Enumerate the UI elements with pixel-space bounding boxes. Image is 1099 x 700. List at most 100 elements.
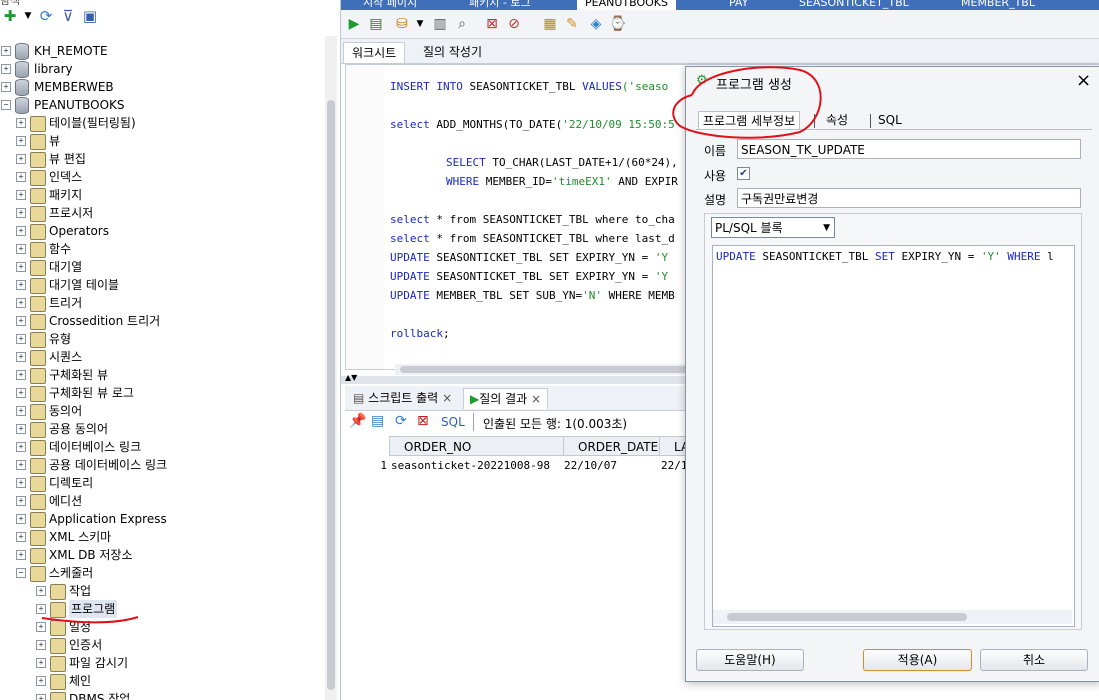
clear-icon[interactable]: ◈	[587, 15, 605, 33]
tab-start-page[interactable]: 시작 페이지	[355, 0, 425, 10]
tree-node[interactable]: + 작업	[0, 582, 320, 600]
expand-toggle-icon[interactable]: +	[16, 280, 26, 290]
expand-toggle-icon[interactable]: +	[16, 262, 26, 272]
dropdown-arrow-icon[interactable]: ▼	[18, 6, 38, 26]
enabled-checkbox[interactable]: ✔	[737, 167, 750, 180]
tree-node[interactable]: + 공용 데이터베이스 링크	[0, 456, 320, 474]
expand-toggle-icon[interactable]: +	[36, 640, 46, 650]
tree-node[interactable]: + 트리거	[0, 294, 320, 312]
tree-node[interactable]: + 대기열	[0, 258, 320, 276]
expand-toggle-icon[interactable]: +	[36, 676, 46, 686]
help-button[interactable]: 도움말(H)	[696, 649, 804, 671]
tree-node[interactable]: + 인덱스	[0, 168, 320, 186]
tree-node[interactable]: + 함수	[0, 240, 320, 258]
pin-icon[interactable]: 📌	[349, 413, 366, 429]
expand-toggle-icon[interactable]: +	[36, 658, 46, 668]
tab-seasonticket-tbl[interactable]: SEASONTICKET_TBL	[791, 0, 917, 10]
tree-node[interactable]: + 인증서	[0, 636, 320, 654]
expand-toggle-icon[interactable]: +	[16, 388, 26, 398]
tab-query-result[interactable]: ▶질의 결과 ×	[463, 388, 549, 409]
expand-toggle-icon[interactable]: +	[16, 172, 26, 182]
expand-toggle-icon[interactable]: +	[36, 604, 46, 614]
run-statement-icon[interactable]: ▶	[345, 15, 363, 33]
expand-toggle-icon[interactable]: +	[16, 154, 26, 164]
explain-plan-icon[interactable]: ▥	[431, 15, 449, 33]
description-field[interactable]: 구독권만료변경	[737, 188, 1081, 208]
cancel-query-icon[interactable]: ⊠	[417, 413, 429, 429]
table-cell[interactable]: seasonticket-20221008-98	[391, 457, 561, 475]
autotrace-icon[interactable]: ⌕	[453, 15, 471, 33]
tab-worksheet[interactable]: 워크시트	[343, 42, 406, 63]
expand-toggle-icon[interactable]: +	[16, 118, 26, 128]
tree-node[interactable]: + library	[0, 60, 320, 78]
tab-properties[interactable]: 속성	[822, 111, 852, 129]
expand-toggle-icon[interactable]: +	[1, 64, 11, 74]
expand-toggle-icon[interactable]: +	[36, 694, 46, 700]
column-header-order-date[interactable]: ORDER_DATE	[563, 436, 660, 456]
tab-pay[interactable]: PAY	[721, 0, 756, 10]
tree-node[interactable]: + 데이터베이스 링크	[0, 438, 320, 456]
expand-toggle-icon[interactable]: +	[16, 478, 26, 488]
tree-node[interactable]: + 대기열 테이블	[0, 276, 320, 294]
cancel-button[interactable]: 취소	[980, 649, 1088, 671]
tree-node[interactable]: + XML DB 저장소	[0, 546, 320, 564]
expand-toggle-icon[interactable]: +	[16, 406, 26, 416]
expand-toggle-icon[interactable]: +	[1, 82, 11, 92]
refresh-icon[interactable]: ⟳	[395, 413, 407, 429]
expand-toggle-icon[interactable]: +	[16, 424, 26, 434]
add-connection-icon[interactable]: ✚	[0, 6, 20, 26]
tree-node[interactable]: + 파일 감시기	[0, 654, 320, 672]
tree-node[interactable]: + 에디션	[0, 492, 320, 510]
run-script-icon[interactable]: ▤	[367, 15, 385, 33]
expand-toggle-icon[interactable]: +	[16, 442, 26, 452]
tab-program-details[interactable]: 프로그램 세부정보	[698, 111, 801, 130]
close-icon[interactable]: ×	[531, 392, 541, 406]
expand-toggle-icon[interactable]: +	[16, 208, 26, 218]
tab-peanutbooks[interactable]: PEANUTBOOKS	[577, 0, 676, 10]
tree-node[interactable]: + 뷰	[0, 132, 320, 150]
tree-node[interactable]: + 공용 동의어	[0, 420, 320, 438]
print-icon[interactable]: ▤	[371, 413, 384, 429]
collapse-toggle-icon[interactable]: −	[1, 100, 11, 110]
tree-node[interactable]: + DBMS 작업	[0, 690, 320, 700]
commit-dropdown-icon[interactable]: ▼	[411, 15, 429, 33]
tab-sql[interactable]: SQL	[874, 111, 906, 129]
commit-icon[interactable]: ⛁	[393, 15, 411, 33]
collapse-arrows-icon[interactable]: ▲▼	[345, 373, 357, 382]
expand-toggle-icon[interactable]: +	[16, 136, 26, 146]
tree-node[interactable]: + MEMBERWEB	[0, 78, 320, 96]
tree-node[interactable]: + 시퀀스	[0, 348, 320, 366]
tree-node[interactable]: + XML 스키마	[0, 528, 320, 546]
program-type-select[interactable]: PL/SQL 블록 ▼	[711, 217, 835, 238]
tree-node[interactable]: + Crossedition 트리거	[0, 312, 320, 330]
format-icon[interactable]: ✎	[563, 15, 581, 33]
tree-node[interactable]: + 일정	[0, 618, 320, 636]
name-field[interactable]: SEASON_TK_UPDATE	[737, 139, 1081, 159]
tree-node[interactable]: + 유형	[0, 330, 320, 348]
filter-icon[interactable]: ⊽	[58, 6, 78, 26]
tree-node[interactable]: + 프로그램	[0, 600, 320, 618]
expand-toggle-icon[interactable]: +	[16, 550, 26, 560]
tree-node[interactable]: + 디렉토리	[0, 474, 320, 492]
tree-node[interactable]: + 구체화된 뷰	[0, 366, 320, 384]
collapse-toggle-icon[interactable]: −	[16, 568, 26, 578]
expand-toggle-icon[interactable]: +	[16, 496, 26, 506]
tab-script-output[interactable]: ▤ 스크립트 출력 ×	[347, 388, 458, 408]
tree-node[interactable]: − PEANUTBOOKS	[0, 96, 320, 114]
navigator-scrollbar-thumb[interactable]	[327, 100, 335, 690]
tree-node[interactable]: + KH_REMOTE	[0, 42, 320, 60]
tab-package-log[interactable]: 패키지 - 로그	[461, 0, 539, 10]
column-header-order-no[interactable]: ORDER_NO	[389, 436, 564, 456]
expand-toggle-icon[interactable]: +	[16, 460, 26, 470]
expand-toggle-icon[interactable]: +	[16, 190, 26, 200]
close-icon[interactable]: ×	[442, 391, 452, 405]
cancel-icon[interactable]: ⊘	[505, 15, 523, 33]
tree-node[interactable]: + 체인	[0, 672, 320, 690]
history-icon[interactable]: ⌚	[609, 15, 627, 33]
expand-toggle-icon[interactable]: +	[16, 370, 26, 380]
tree-node[interactable]: + 프로시저	[0, 204, 320, 222]
sql-tuning-icon[interactable]: ▦	[541, 15, 559, 33]
tree-node[interactable]: + Application Express	[0, 510, 320, 528]
tree-node[interactable]: + 패키지	[0, 186, 320, 204]
tree-node[interactable]: + 구체화된 뷰 로그	[0, 384, 320, 402]
